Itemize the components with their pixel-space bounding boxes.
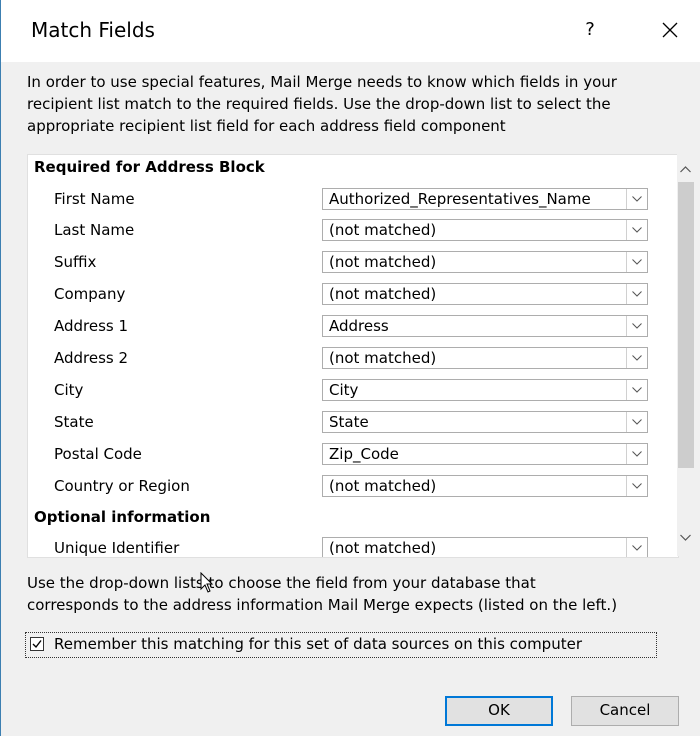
intro-line: appropriate recipient list field for eac… [27,117,506,135]
dropdown-button[interactable] [626,444,647,464]
field-select-last-name[interactable]: (not matched) [322,219,648,241]
dropdown-button[interactable] [626,220,647,240]
help-line: Use the drop-down lists to choose the fi… [27,574,536,592]
field-mapping-list: Required for Address Block First Name Au… [27,154,679,558]
intro-line: recipient list match to the required fie… [27,95,611,113]
scrollbar-thumb[interactable] [678,182,694,468]
field-label-suffix: Suffix [54,253,97,271]
intro-text: In order to use special features, Mail M… [27,71,700,137]
field-label-address-2: Address 2 [54,349,129,367]
chevron-down-icon [632,483,642,489]
dropdown-button[interactable] [626,476,647,496]
optional-section-heading: Optional information [34,508,211,526]
dropdown-button[interactable] [626,412,647,432]
field-select-first-name[interactable]: Authorized_Representatives_Name [322,188,648,210]
scroll-up-icon[interactable] [680,166,691,173]
help-line: corresponds to the address information M… [27,596,618,614]
checkmark-icon [32,640,42,649]
field-label-first-name: First Name [54,190,135,208]
title-bar: Match Fields ? [1,0,700,62]
field-select-company[interactable]: (not matched) [322,283,648,305]
chevron-down-icon [632,419,642,425]
field-label-city: City [54,381,84,399]
required-section-heading: Required for Address Block [34,158,265,176]
field-label-unique-identifier: Unique Identifier [54,539,180,557]
field-select-unique-identifier[interactable]: (not matched) [322,537,648,557]
selected-value: State [329,413,369,431]
chevron-down-icon [632,259,642,265]
ok-button[interactable]: OK [445,696,553,726]
selected-value: City [329,381,359,399]
scroll-down-icon[interactable] [680,534,691,541]
chevron-down-icon [632,291,642,297]
chevron-down-icon [632,387,642,393]
dropdown-button[interactable] [626,380,647,400]
dropdown-button[interactable] [626,348,647,368]
field-select-state[interactable]: State [322,411,648,433]
chevron-down-icon [632,355,642,361]
dropdown-button[interactable] [626,189,647,209]
dropdown-button[interactable] [626,538,647,557]
checkbox-box[interactable] [30,637,44,651]
field-select-address-1[interactable]: Address [322,315,648,337]
remember-matching-label: Remember this matching for this set of d… [54,635,582,653]
field-select-city[interactable]: City [322,379,648,401]
selected-value: Zip_Code [329,445,399,463]
field-label-state: State [54,413,94,431]
field-select-suffix[interactable]: (not matched) [322,251,648,273]
field-select-address-2[interactable]: (not matched) [322,347,648,369]
chevron-down-icon [632,227,642,233]
selected-value: (not matched) [329,285,437,303]
vertical-scrollbar[interactable] [677,154,695,556]
field-label-last-name: Last Name [54,221,135,239]
close-icon [662,22,678,38]
dropdown-button[interactable] [626,316,647,336]
match-fields-dialog: Match Fields ? In order to use special f… [0,0,700,736]
field-label-company: Company [54,285,126,303]
selected-value: (not matched) [329,253,437,271]
field-label-postal-code: Postal Code [54,445,142,463]
chevron-down-icon [632,196,642,202]
close-button[interactable] [653,14,687,46]
field-select-country-or-region[interactable]: (not matched) [322,475,648,497]
help-text: Use the drop-down lists to choose the fi… [27,572,700,616]
remember-matching-checkbox[interactable]: Remember this matching for this set of d… [25,632,657,658]
selected-value: (not matched) [329,477,437,495]
chevron-down-icon [632,545,642,551]
chevron-down-icon [632,451,642,457]
field-label-country-or-region: Country or Region [54,477,190,495]
selected-value: (not matched) [329,349,437,367]
help-button[interactable]: ? [575,14,605,46]
mouse-cursor-icon [200,571,214,598]
selected-value: (not matched) [329,539,437,557]
chevron-down-icon [632,323,642,329]
selected-value: Authorized_Representatives_Name [329,190,591,208]
field-select-postal-code[interactable]: Zip_Code [322,443,648,465]
dropdown-button[interactable] [626,284,647,304]
field-label-address-1: Address 1 [54,317,129,335]
dialog-title: Match Fields [31,18,155,42]
selected-value: Address [329,317,389,335]
intro-line: In order to use special features, Mail M… [27,73,617,91]
selected-value: (not matched) [329,221,437,239]
cancel-button[interactable]: Cancel [571,696,679,726]
dropdown-button[interactable] [626,252,647,272]
